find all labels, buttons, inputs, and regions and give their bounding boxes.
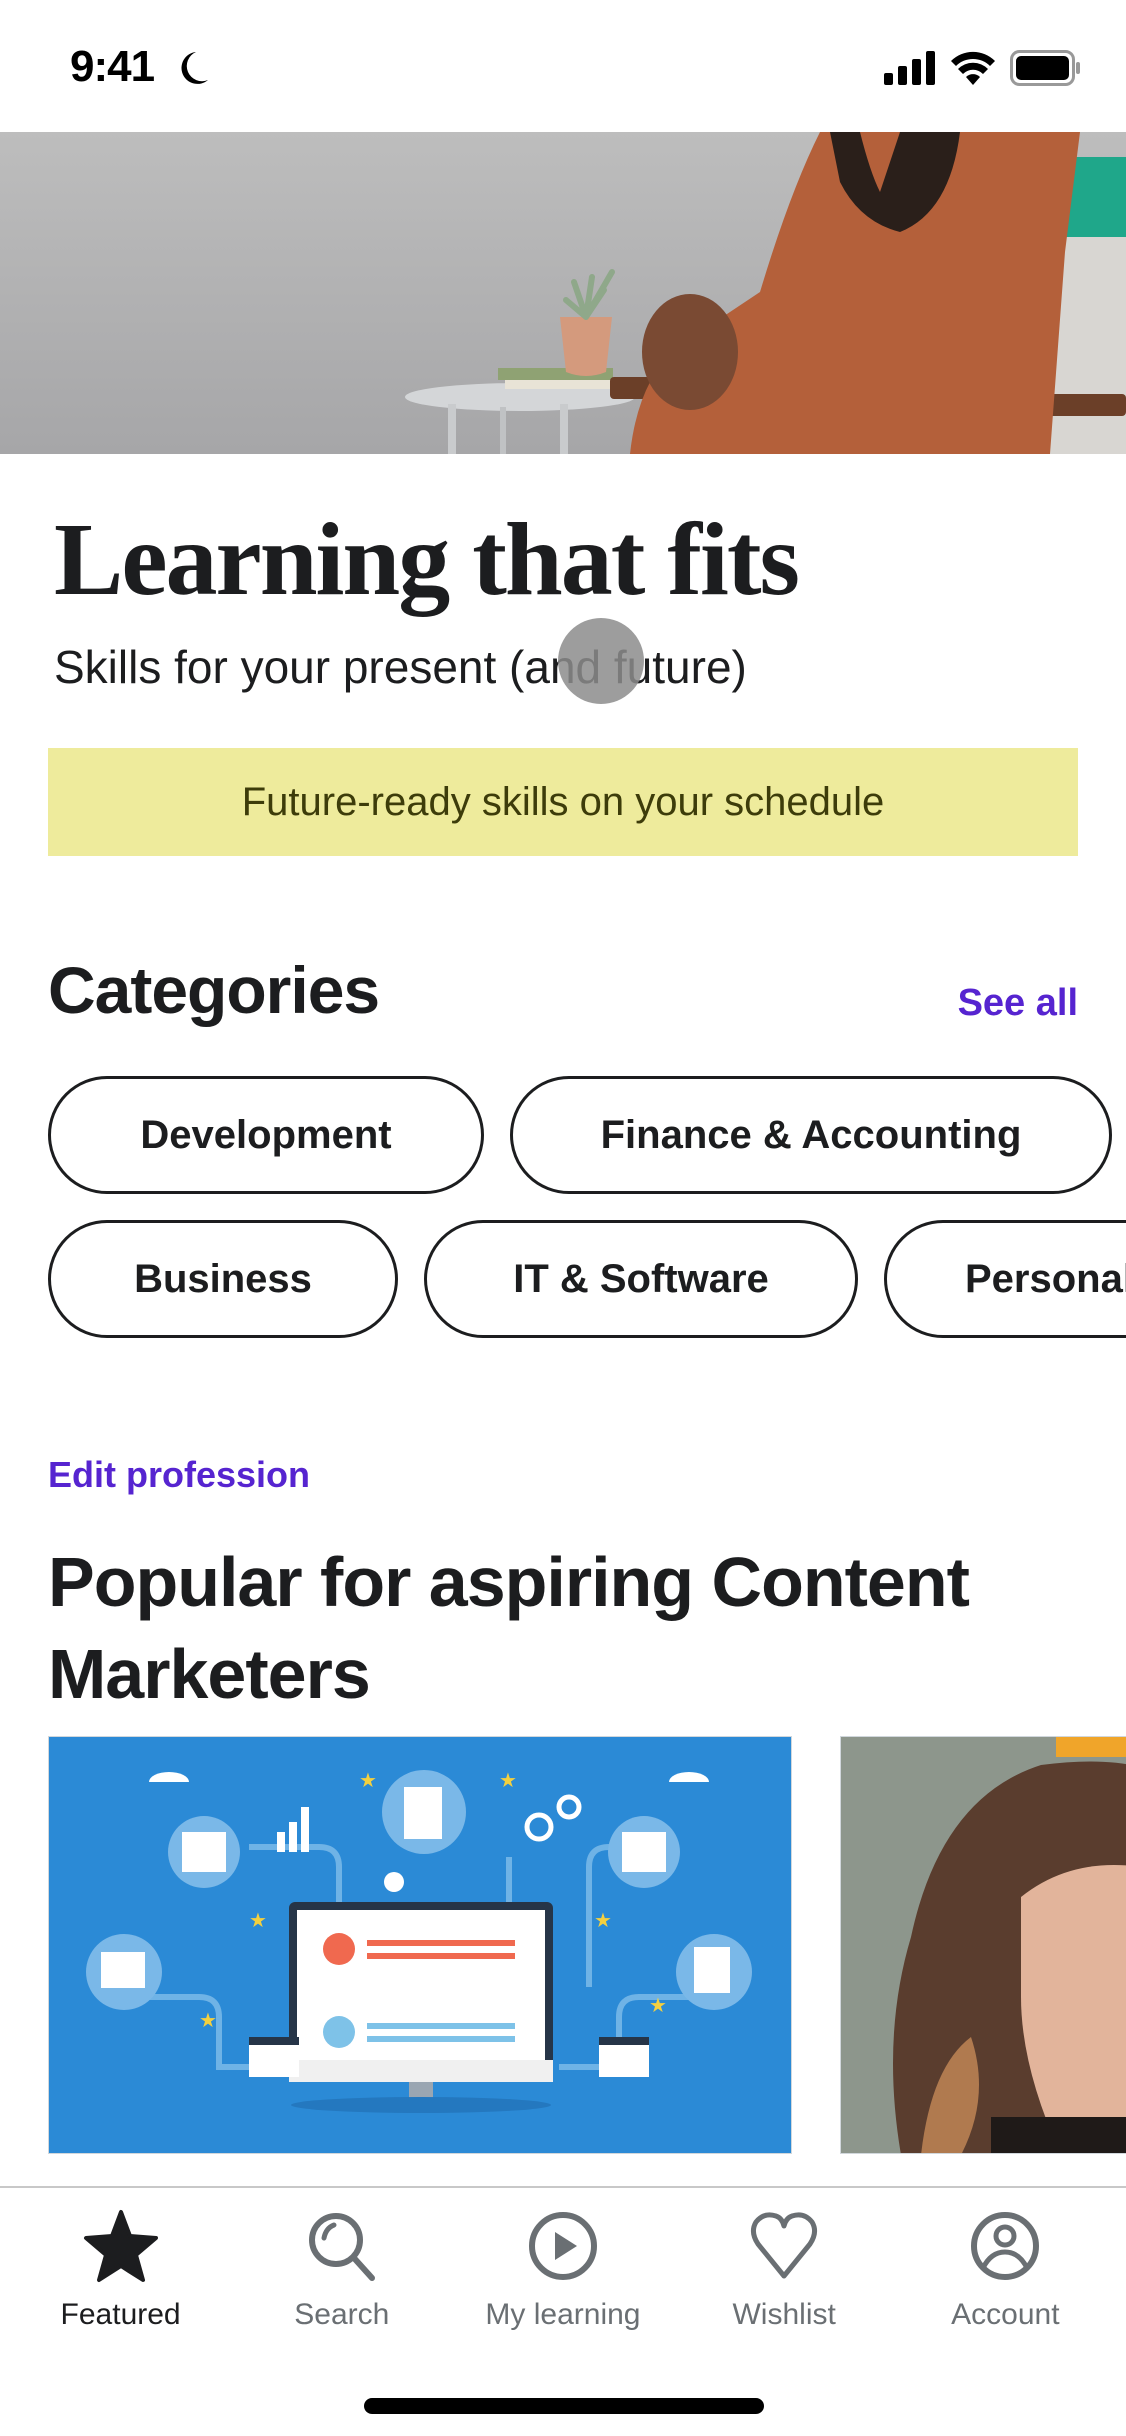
hero-illustration [405,132,1126,454]
heart-icon [751,2212,818,2279]
cellular-signal-icon [884,51,935,85]
svg-text:★: ★ [199,2010,217,2032]
category-chip-it-software[interactable]: IT & Software [424,1220,858,1338]
tab-account[interactable]: Account [905,2208,1105,2332]
edit-profession-link[interactable]: Edit profession [48,1454,310,1496]
hero-image [0,132,1126,454]
wifi-icon [951,51,995,85]
account-icon [971,2212,1040,2280]
category-chip-finance-accounting[interactable]: Finance & Accounting [510,1076,1112,1194]
tab-label: Featured [60,2298,181,2331]
tab-search[interactable]: Search [242,2208,442,2332]
svg-text:★: ★ [594,1910,612,1932]
home-indicator[interactable] [364,2398,764,2414]
category-chip-personal-development[interactable]: Personal Development [884,1220,1126,1338]
hero-headline: Learning that fits [54,502,800,617]
star-icon [83,2210,158,2282]
promo-banner: Future-ready skills on your schedule [48,748,1078,856]
status-time: 9:41 [70,42,155,91]
smiling-woman-photo [893,1737,1126,2153]
digital-marketing-illustration: ★ ★ ★ ★ ★ ★ [86,1770,752,2113]
category-chip-business[interactable]: Business [48,1220,398,1338]
tab-label: Account [951,2298,1060,2331]
category-row-2: Business IT & Software Personal Developm… [48,1220,1126,1338]
course-card[interactable] [840,1736,1126,2154]
svg-text:★: ★ [649,1995,667,2017]
tab-label: My learning [485,2298,641,2331]
svg-text:★: ★ [359,1770,377,1792]
status-bar: 9:41 [0,0,1126,132]
tab-label: Search [294,2298,390,2331]
tab-label: Wishlist [732,2298,836,2331]
touch-indicator [558,618,644,704]
tab-featured[interactable]: Featured [21,2208,221,2332]
promo-banner-text: Future-ready skills on your schedule [241,779,885,824]
category-row-1: Development Finance & Accounting [48,1076,1112,1194]
play-circle-icon [528,2212,597,2280]
see-all-link[interactable]: See all [958,982,1078,1025]
svg-text:★: ★ [249,1910,267,1932]
tab-wishlist[interactable]: Wishlist [684,2208,884,2332]
category-chip-development[interactable]: Development [48,1076,484,1194]
categories-title: Categories [48,953,380,1027]
tab-my-learning[interactable]: My learning [463,2208,663,2332]
popular-section-title: Popular for aspiring Content Marketers [48,1543,970,1713]
battery-icon [1010,50,1080,86]
status-icons [884,50,1082,86]
course-card[interactable]: ★ ★ ★ ★ ★ ★ [48,1736,792,2154]
moon-icon [181,52,208,84]
svg-text:★: ★ [499,1770,517,1792]
search-icon [308,2213,375,2281]
